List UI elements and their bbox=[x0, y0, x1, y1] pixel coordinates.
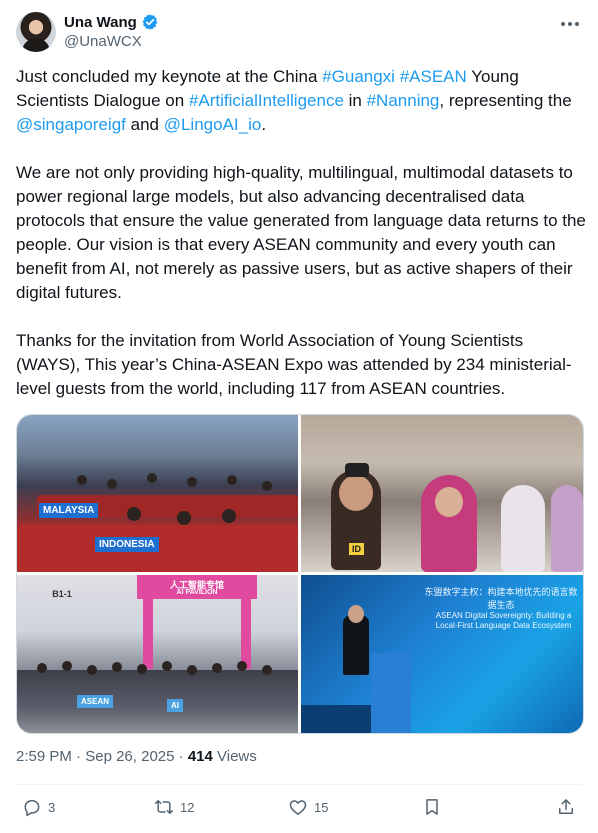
mention-singaporeigf[interactable]: @singaporeigf bbox=[16, 115, 126, 134]
repost-count: 12 bbox=[180, 799, 195, 815]
hashtag-asean[interactable]: #ASEAN bbox=[400, 67, 467, 86]
photo-auditorium[interactable]: MALAYSIA INDONESIA bbox=[17, 415, 298, 572]
text-run: Just concluded my keynote at the China bbox=[16, 67, 323, 86]
text-run: in bbox=[343, 91, 367, 110]
author-name-row: Una Wang bbox=[64, 13, 159, 31]
hashtag-nanning[interactable]: #Nanning bbox=[367, 91, 440, 110]
photo-audience[interactable]: ID bbox=[301, 415, 583, 572]
tweet-date[interactable]: Sep 26, 2025 bbox=[85, 748, 174, 765]
tweet-timestamp: 2:59 PM · Sep 26, 2025 · 414 Views bbox=[16, 748, 257, 765]
separator: · bbox=[174, 748, 188, 765]
verified-badge-icon[interactable] bbox=[141, 13, 159, 31]
reply-button[interactable]: 3 bbox=[22, 797, 55, 817]
views-count: 414 bbox=[187, 748, 213, 765]
tweet-paragraph-3: Thanks for the invitation from World Ass… bbox=[16, 331, 572, 398]
hashtag-artificialintelligence[interactable]: #ArtificialIntelligence bbox=[189, 91, 344, 110]
tweet-header: Una Wang @UnaWCX bbox=[16, 12, 582, 56]
bookmark-icon bbox=[426, 799, 438, 815]
like-button[interactable]: 15 bbox=[288, 797, 328, 817]
views-label: Views bbox=[212, 748, 257, 765]
media-grid: MALAYSIA INDONESIA ID 人工智能专馆 AI PAVILION… bbox=[16, 414, 584, 734]
tweet-paragraph-1: Just concluded my keynote at the China #… bbox=[16, 65, 586, 137]
tweet-paragraph-2: We are not only providing high-quality, … bbox=[16, 163, 586, 302]
mention-lingoai[interactable]: @LingoAI_io bbox=[164, 115, 262, 134]
like-icon bbox=[289, 800, 307, 815]
avatar[interactable] bbox=[16, 12, 56, 52]
repost-button[interactable]: 12 bbox=[154, 797, 194, 817]
photo-keynote-stage[interactable]: 东盟数字主权：构建本地优先的语言数据生态 ASEAN Digital Sover… bbox=[301, 575, 583, 733]
name-badge: ID bbox=[349, 543, 364, 555]
divider bbox=[16, 784, 582, 785]
author-handle[interactable]: @UnaWCX bbox=[64, 33, 142, 50]
like-count: 15 bbox=[314, 799, 329, 815]
hashtag-guangxi[interactable]: #Guangxi bbox=[322, 67, 395, 86]
reply-count: 3 bbox=[48, 799, 56, 815]
slide-title-en: ASEAN Digital Sovereignty: Building a Lo… bbox=[435, 611, 572, 630]
reply-icon bbox=[24, 800, 40, 817]
bookmark-button[interactable] bbox=[422, 797, 442, 817]
delegation-sign: MALAYSIA bbox=[39, 503, 99, 518]
author-display-name[interactable]: Una Wang bbox=[64, 14, 137, 31]
tweet-text: Just concluded my keynote at the China #… bbox=[16, 65, 586, 425]
slide-title-cn: 东盟数字主权：构建本地优先的语言数据生态 bbox=[424, 587, 578, 610]
share-button[interactable] bbox=[556, 797, 576, 817]
pavilion-code: B1-1 bbox=[52, 589, 72, 599]
repost-icon bbox=[154, 800, 174, 814]
photo-ai-pavilion-group[interactable]: 人工智能专馆 AI PAVILION B1-1 ASEAN AI bbox=[17, 575, 298, 733]
text-run: , representing the bbox=[439, 91, 572, 110]
share-icon bbox=[559, 799, 573, 814]
tweet-time[interactable]: 2:59 PM bbox=[16, 748, 72, 765]
more-icon[interactable] bbox=[558, 14, 582, 34]
pavilion-sign-en: AI PAVILION bbox=[176, 589, 218, 596]
text-run: . bbox=[261, 115, 267, 134]
separator: · bbox=[71, 748, 86, 765]
action-bar: 3 12 15 bbox=[16, 797, 582, 823]
delegation-sign: INDONESIA bbox=[95, 537, 159, 552]
text-run: and bbox=[125, 115, 164, 134]
